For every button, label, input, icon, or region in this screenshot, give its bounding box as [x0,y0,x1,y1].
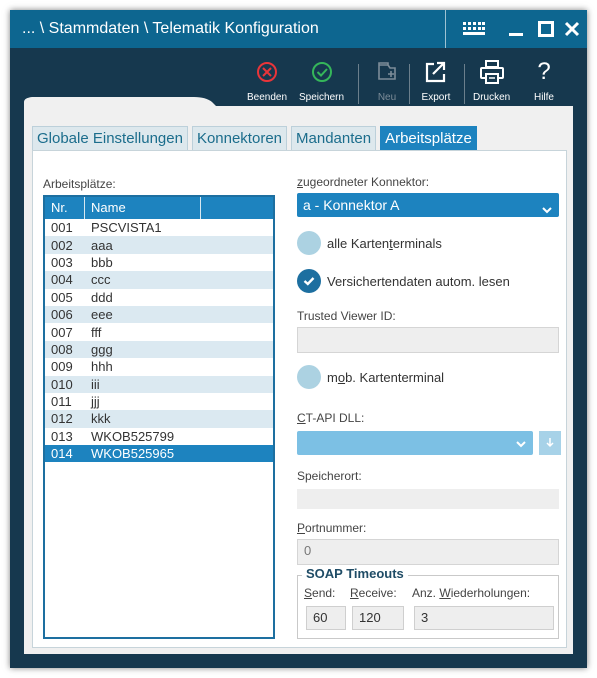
alle-kartenterminals-toggle[interactable]: alle Kartenterminals [297,231,442,255]
table-row[interactable]: 011 jjj [45,392,273,411]
table-row[interactable]: 007 fff [45,323,273,341]
table-row[interactable]: 001 PSCVISTA1 [45,219,273,237]
toggle-circle [297,365,321,389]
table-row[interactable]: 013 WKOB525799 [45,427,273,446]
receive-input[interactable]: 120 [352,606,404,630]
row-nr: 007 [51,324,73,340]
konnektor-select[interactable]: a - Konnektor A [297,193,559,217]
table-row-selected[interactable]: 014 WKOB525965 [45,445,273,463]
row-nr: 013 [51,428,73,444]
table-row[interactable]: 003 bbb [45,253,273,272]
mob-kartenterminal-label: mob. Kartenterminal [327,369,445,385]
row-name: iii [91,376,100,392]
trusted-viewer-label: Trusted Viewer ID: [297,309,396,323]
printer-icon [477,58,507,86]
row-nr: 008 [51,341,73,357]
row-nr: 014 [51,446,73,462]
content-card: Globale Einstellungen Konnektoren Mandan… [24,106,573,654]
row-name: ddd [91,289,113,305]
table-row[interactable]: 009 hhh [45,358,273,376]
list-header: Nr. Name [45,197,273,219]
row-name: eee [91,307,113,323]
trusted-viewer-input[interactable] [297,327,559,353]
arbeitsplaetze-label: Arbeitsplätze: [43,177,116,191]
alle-kartenterminals-label: alle Kartenterminals [327,235,442,251]
versichertendaten-label: Versichertendaten autom. lesen [327,273,510,289]
window: ... \ Stammdaten \ Telematik Konfigurati… [10,10,587,668]
row-name: bbb [91,254,113,270]
row-name: PSCVISTA1 [91,220,162,236]
arbeitsplaetze-panel: Arbeitsplätze: Nr. Name 001 PSCVISTA1 002 a… [32,150,567,648]
row-nr: 003 [51,254,73,270]
portnummer-input[interactable]: 0 [297,539,559,565]
soap-timeouts-group: SOAP Timeouts Send: Receive: Anz. Wieder… [297,566,559,639]
send-label: Send: [304,586,336,600]
row-nr: 012 [51,411,73,427]
row-nr: 004 [51,272,73,288]
send-input[interactable]: 60 [306,606,346,630]
table-row[interactable]: 006 eee [45,305,273,324]
ctapi-select[interactable] [297,431,533,455]
row-nr: 009 [51,359,73,375]
row-name: aaa [91,237,113,253]
wiederholungen-input[interactable]: 3 [414,606,554,630]
table-row[interactable]: 002 aaa [45,236,273,254]
row-name: WKOB525965 [91,446,175,462]
check-circle-icon [307,58,337,86]
export-icon [421,58,451,86]
tab-konnektoren[interactable]: Konnektoren [191,126,288,150]
window-title: ... \ Stammdaten \ Telematik Konfigurati… [22,20,319,37]
row-name: WKOB525799 [91,428,175,444]
download-button[interactable] [539,431,561,455]
arbeitsplaetze-list[interactable]: Nr. Name 001 PSCVISTA1 002 aaa 003 bbb 004 ccc 0… [43,195,275,639]
tab-arbeitsplaetze[interactable]: Arbeitsplätze [380,126,477,150]
row-nr: 005 [51,289,73,305]
column-header-name[interactable]: Name [85,197,201,219]
row-name: ggg [91,341,113,357]
row-nr: 006 [51,307,73,323]
tab-globale-einstellungen[interactable]: Globale Einstellungen [32,126,188,150]
list-rows: 001 PSCVISTA1 002 aaa 003 bbb 004 ccc 005 ddd 006 e… [45,219,273,463]
row-nr: 011 [51,394,72,410]
konnektor-label: zugeordneter Konnektor: [297,175,430,189]
portnummer-label: Portnummer: [297,521,367,535]
konnektor-value: a - Konnektor A [303,197,400,213]
title-bar: ... \ Stammdaten \ Telematik Konfigurati… [10,10,587,48]
keypad-icon[interactable] [456,10,492,48]
row-name: hhh [91,359,113,375]
row-nr: 001 [51,220,73,236]
ctapi-label: CT-API DLL: [297,411,365,425]
table-row[interactable]: 005 ddd [45,288,273,306]
speicherort-field [297,489,559,509]
download-arrow-icon [546,438,554,448]
row-name: kkk [91,411,111,427]
table-row[interactable]: 004 ccc [45,271,273,289]
mob-kartenterminal-toggle[interactable]: mob. Kartenterminal [297,365,444,389]
new-document-icon [372,58,402,86]
table-row[interactable]: 012 kkk [45,410,273,428]
table-row[interactable]: 010 iii [45,375,273,393]
row-nr: 002 [51,237,73,253]
title-separator [445,10,446,48]
cancel-circle-icon [252,58,282,86]
tab-mandanten[interactable]: Mandanten [291,126,377,150]
wiederholungen-label: Anz. Wiederholungen: [412,586,531,600]
checkmark-icon [297,269,321,293]
versichertendaten-toggle[interactable]: Versichertendaten autom. lesen [297,269,510,293]
receive-label: Receive: [350,586,397,600]
close-icon[interactable] [554,10,590,48]
table-row[interactable]: 008 ggg [45,340,273,359]
row-name: ccc [91,272,111,288]
speicherort-label: Speicherort: [297,469,362,483]
chevron-down-icon [541,199,553,223]
row-name: fff [91,324,102,340]
soap-timeouts-title: SOAP Timeouts [302,566,408,581]
column-header-nr[interactable]: Nr. [45,197,85,219]
row-nr: 010 [51,376,73,392]
row-name: jjj [91,394,100,410]
help-icon: ? [537,58,551,85]
toggle-circle [297,231,321,255]
chevron-down-icon [515,437,527,455]
tab-bar: Globale Einstellungen Konnektoren Mandan… [32,126,477,150]
